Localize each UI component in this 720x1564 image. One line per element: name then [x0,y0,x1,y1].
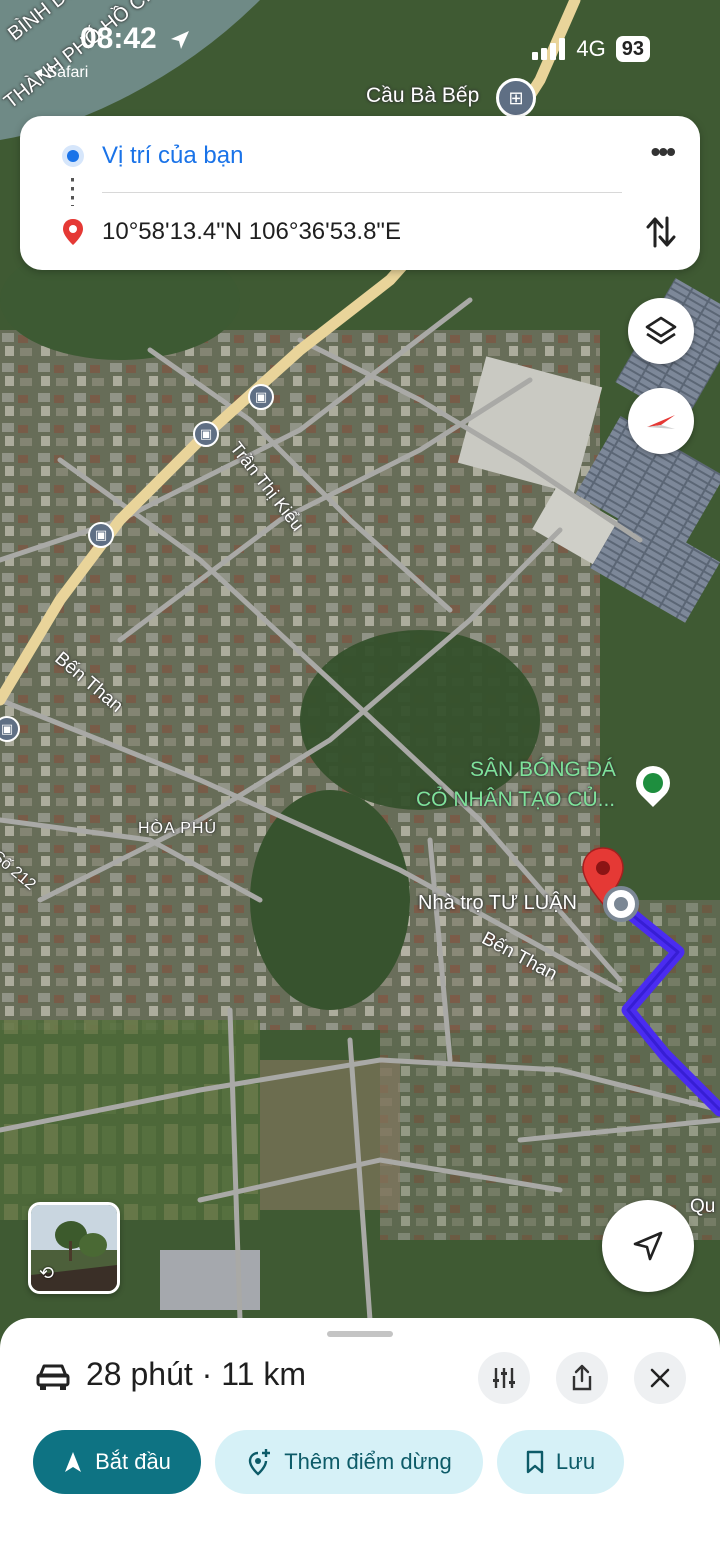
battery-indicator: 93 [615,36,650,62]
route-connector-icon [71,178,74,206]
compass-button[interactable] [628,388,694,454]
street-view-thumbnail[interactable]: ⟲ [28,1202,120,1294]
origin-dot-icon [62,145,84,167]
share-icon [572,1364,592,1391]
start-label: Bắt đầu [95,1449,171,1474]
network-label: 4G [576,36,606,61]
swap-icon[interactable] [644,214,678,250]
origin-text: Vị trí của bạn [102,142,244,169]
bridge-label: Cầu Bà Bếp [366,84,480,107]
bus-stop-icon[interactable]: ▣ [88,522,114,548]
destination-text: 10°58'13.4"N 106°36'53.8"E [102,218,401,245]
add-location-icon [249,1449,271,1476]
location-arrow-icon [171,31,189,49]
poi-label[interactable]: Nhà trọ TƯ LUẬN [418,892,577,915]
bus-stop-icon[interactable]: ▣ [193,421,219,447]
compass-icon [647,415,675,429]
status-indicators: 4G 93 [532,36,650,62]
route-options-button[interactable] [478,1352,530,1404]
bus-stop-icon[interactable]: ▣ [248,384,274,410]
back-to-safari-link[interactable]: ◂ Safari [34,62,88,82]
navigation-arrow-icon [633,1231,663,1261]
area-label: HÒA PHÚ [138,820,218,837]
back-app-label: Safari [46,64,89,81]
car-icon [36,1364,70,1390]
directions-sheet: 28 phút · 11 km Bắt đầu Thêm điểm dừng L… [0,1318,720,1564]
add-stop-button[interactable]: Thêm điểm dừng [215,1430,483,1494]
route-endpoint-icon [603,886,639,922]
poi-label[interactable]: SÂN BÓNG ĐÁ [470,758,616,782]
destination-marker-icon [63,219,83,245]
signal-icon [532,38,566,60]
more-dots-icon[interactable]: ••• [651,138,676,166]
start-button[interactable]: Bắt đầu [33,1430,201,1494]
my-location-button[interactable] [602,1200,694,1292]
save-label: Lưu [555,1449,596,1474]
add-stop-label: Thêm điểm dừng [284,1449,452,1474]
destination-row[interactable]: 10°58'13.4"N 106°36'53.8"E [20,212,700,252]
origin-row[interactable]: Vị trí của bạn ••• [20,136,700,176]
layers-icon [645,316,677,345]
poi-label[interactable]: CỎ NHÂN TẠO CỦ... [416,788,615,812]
share-button[interactable] [556,1352,608,1404]
trip-summary: 28 phút · 11 km [86,1356,306,1392]
divider [102,192,622,193]
layers-button[interactable] [628,298,694,364]
bridge-icon[interactable]: ⊞ [496,78,536,118]
status-time: 08:42 [80,22,157,55]
close-icon [650,1368,670,1388]
navigation-start-icon [65,1452,82,1472]
street-label: Qu [690,1196,716,1217]
rotate-360-icon: ⟲ [39,1263,55,1283]
save-button[interactable]: Lưu [497,1430,624,1494]
close-button[interactable] [634,1352,686,1404]
bookmark-icon [526,1450,544,1474]
route-card: Vị trí của bạn ••• 10°58'13.4"N 106°36'5… [20,116,700,270]
drag-handle[interactable] [327,1331,393,1337]
tune-icon [493,1368,515,1388]
